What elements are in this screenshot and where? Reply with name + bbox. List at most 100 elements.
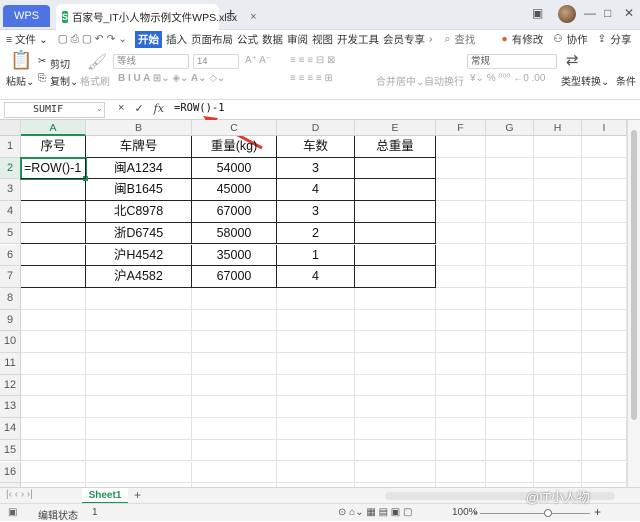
vertical-scroll-thumb[interactable]: [631, 130, 637, 420]
column-header-g[interactable]: G: [486, 120, 534, 136]
cell-a2[interactable]: =ROW()-1: [21, 157, 86, 180]
zoom-slider-knob[interactable]: [544, 509, 552, 517]
cell-f2[interactable]: [436, 157, 486, 180]
cell-d10[interactable]: [277, 331, 355, 353]
cell-g2[interactable]: [486, 157, 534, 180]
close-tab-button[interactable]: ×: [250, 11, 256, 23]
add-sheet-button[interactable]: +: [134, 488, 141, 502]
cell-h10[interactable]: [534, 331, 582, 353]
cell-g6[interactable]: [486, 244, 534, 267]
cell-h4[interactable]: [534, 201, 582, 223]
cell-d5[interactable]: 2: [277, 222, 355, 245]
row-header-4[interactable]: 4: [0, 201, 21, 223]
cell-e1[interactable]: 总重量: [355, 136, 436, 158]
format-painter-button[interactable]: 格式刷: [80, 73, 110, 88]
cell-f9[interactable]: [436, 309, 486, 332]
cell-f5[interactable]: [436, 222, 486, 245]
cell-b10[interactable]: [86, 331, 192, 353]
zoom-slider[interactable]: [480, 513, 590, 514]
cell-h12[interactable]: [534, 374, 582, 397]
column-header-f[interactable]: F: [436, 120, 486, 136]
cell-g8[interactable]: [486, 287, 534, 310]
cell-b7[interactable]: 沪A4582: [86, 266, 192, 288]
cell-f6[interactable]: [436, 244, 486, 267]
cell-a15[interactable]: [21, 439, 86, 462]
cell-c7[interactable]: 67000: [192, 266, 277, 288]
cell-f11[interactable]: [436, 353, 486, 375]
cell-f12[interactable]: [436, 374, 486, 397]
cell-h8[interactable]: [534, 287, 582, 310]
paste-icon[interactable]: 📋: [10, 50, 32, 71]
cell-i3[interactable]: [582, 179, 627, 202]
cell-f1[interactable]: [436, 136, 486, 158]
cell-i2[interactable]: [582, 157, 627, 180]
cell-e5[interactable]: [355, 222, 436, 245]
cell-d14[interactable]: [277, 418, 355, 440]
sheet-nav-icons[interactable]: |‹ ‹ › ›|: [6, 489, 33, 500]
cell-h14[interactable]: [534, 418, 582, 440]
cell-e7[interactable]: [355, 266, 436, 288]
wps-home-tab[interactable]: WPS: [3, 5, 50, 27]
cell-d2[interactable]: 3: [277, 157, 355, 180]
cell-c3[interactable]: 45000: [192, 179, 277, 202]
cell-a4[interactable]: [21, 201, 86, 223]
cell-f8[interactable]: [436, 287, 486, 310]
cell-a3[interactable]: [21, 179, 86, 202]
row-header-1[interactable]: 1: [0, 136, 21, 158]
column-header-b[interactable]: B: [86, 120, 192, 136]
cell-a12[interactable]: [21, 374, 86, 397]
conditional-format-button[interactable]: 条件: [616, 73, 636, 88]
maximize-icon[interactable]: □: [604, 6, 611, 20]
collab-button[interactable]: 协作: [567, 32, 588, 47]
paste-button[interactable]: 粘贴⌄: [6, 73, 34, 88]
formula-input[interactable]: =ROW()-1: [174, 102, 225, 114]
cell-b3[interactable]: 闽B1645: [86, 179, 192, 202]
cell-d7[interactable]: 4: [277, 266, 355, 288]
row-header-13[interactable]: 13: [0, 396, 21, 419]
cell-i16[interactable]: [582, 461, 627, 484]
cell-c2[interactable]: 54000: [192, 157, 277, 180]
cell-a5[interactable]: [21, 222, 86, 245]
type-convert-button[interactable]: 类型转换⌄: [561, 73, 609, 88]
column-header-c[interactable]: C: [192, 120, 277, 136]
cell-d3[interactable]: 4: [277, 179, 355, 202]
row-header-15[interactable]: 15: [0, 439, 21, 462]
cell-i14[interactable]: [582, 418, 627, 440]
avatar[interactable]: [558, 5, 576, 23]
cell-e4[interactable]: [355, 201, 436, 223]
cell-g12[interactable]: [486, 374, 534, 397]
cell-h11[interactable]: [534, 353, 582, 375]
cell-d13[interactable]: [277, 396, 355, 419]
file-tab[interactable]: S 百家号_IT小人物示例文件WPS.xlsx ×: [56, 4, 257, 30]
cell-d15[interactable]: [277, 439, 355, 462]
cell-a9[interactable]: [21, 309, 86, 332]
cell-g15[interactable]: [486, 439, 534, 462]
tab-view[interactable]: 视图: [312, 32, 333, 47]
cell-e14[interactable]: [355, 418, 436, 440]
cell-f14[interactable]: [436, 418, 486, 440]
cell-f16[interactable]: [436, 461, 486, 484]
tab-member[interactable]: 会员专享: [383, 32, 425, 47]
cell-d12[interactable]: [277, 374, 355, 397]
insert-function-button[interactable]: fx: [154, 102, 164, 115]
confirm-formula-button[interactable]: ✓: [134, 102, 143, 115]
cell-b14[interactable]: [86, 418, 192, 440]
wrap-text-button[interactable]: 自动换行: [424, 73, 464, 88]
cell-g13[interactable]: [486, 396, 534, 419]
cell-h2[interactable]: [534, 157, 582, 180]
search-label[interactable]: 查找: [454, 32, 475, 47]
cell-h5[interactable]: [534, 222, 582, 245]
cell-i10[interactable]: [582, 331, 627, 353]
cell-g16[interactable]: [486, 461, 534, 484]
row-header-7[interactable]: 7: [0, 266, 21, 288]
cell-e15[interactable]: [355, 439, 436, 462]
cell-f7[interactable]: [436, 266, 486, 288]
cell-i4[interactable]: [582, 201, 627, 223]
tab-review[interactable]: 审阅: [287, 32, 308, 47]
cell-c12[interactable]: [192, 374, 277, 397]
cell-b9[interactable]: [86, 309, 192, 332]
file-menu[interactable]: ≡ 文件 ⌄: [6, 32, 48, 47]
cell-b5[interactable]: 浙D6745: [86, 222, 192, 245]
cell-e12[interactable]: [355, 374, 436, 397]
cell-c4[interactable]: 67000: [192, 201, 277, 223]
